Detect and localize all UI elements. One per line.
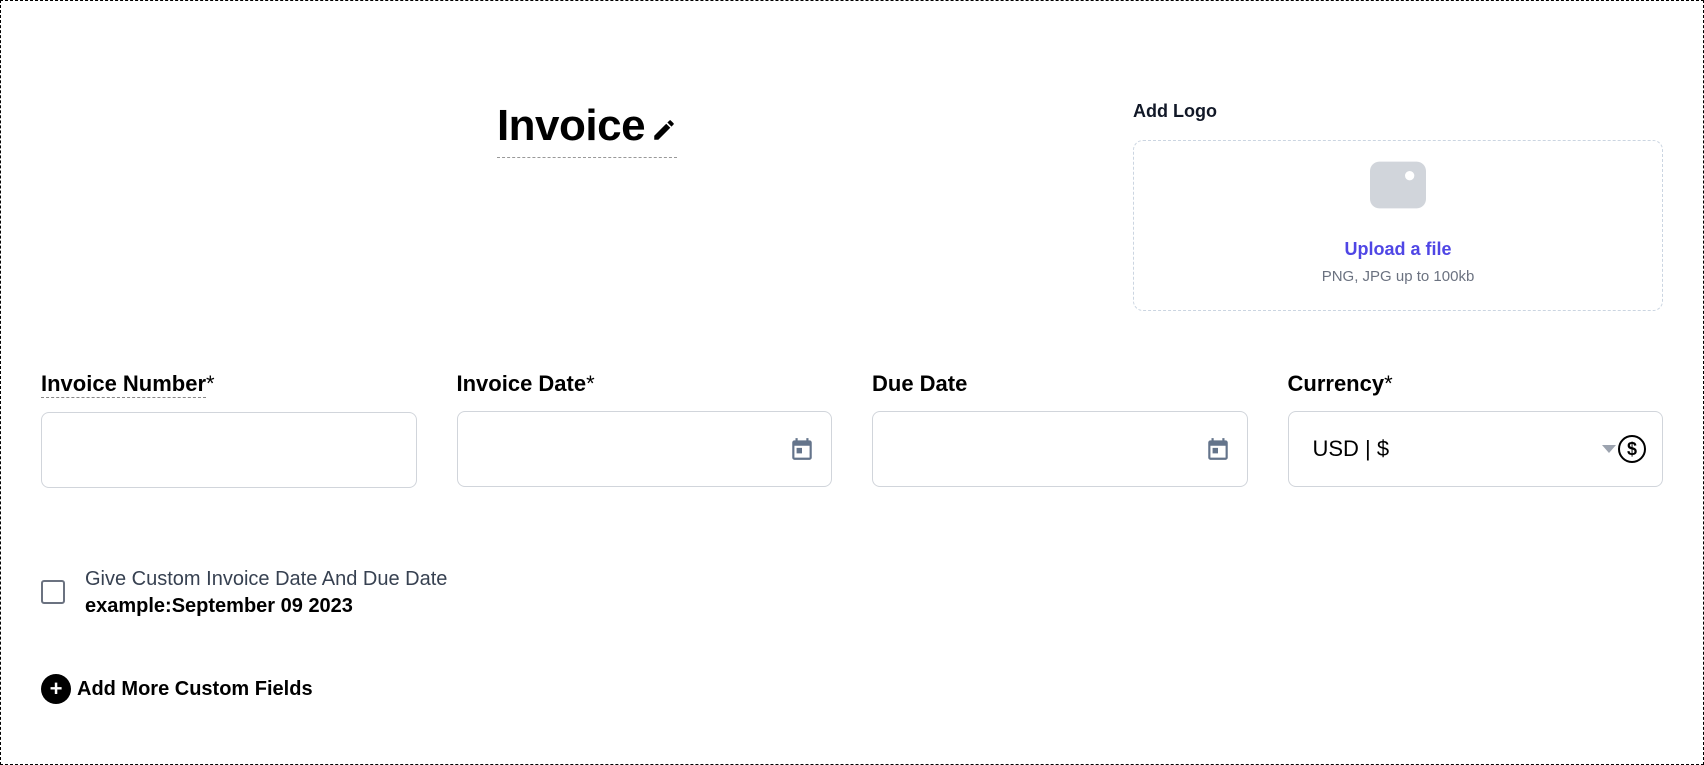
dollar-circle-icon: $ (1618, 435, 1646, 463)
invoice-number-input[interactable] (58, 413, 400, 487)
invoice-title-editable[interactable]: Invoice (497, 101, 677, 158)
currency-field: Currency* USD | $ $ (1288, 371, 1664, 488)
custom-date-text: Give Custom Invoice Date And Due Date ex… (85, 568, 447, 618)
invoice-date-input[interactable] (474, 412, 790, 486)
add-more-fields-button[interactable]: + Add More Custom Fields (41, 674, 1663, 704)
invoice-number-label: Invoice Number* (41, 371, 417, 398)
invoice-number-field: Invoice Number* (41, 371, 417, 488)
currency-label: Currency* (1288, 371, 1664, 397)
custom-date-checkbox[interactable] (41, 580, 65, 604)
currency-value: USD | $ (1313, 436, 1390, 462)
fields-row: Invoice Number* Invoice Date* Due Date (41, 371, 1663, 488)
custom-date-line1: Give Custom Invoice Date And Due Date (85, 568, 447, 591)
top-section: Invoice Add Logo Upload a file PNG, JPG … (41, 41, 1663, 311)
add-more-label: Add More Custom Fields (77, 678, 313, 701)
calendar-icon (1205, 436, 1231, 462)
plus-circle-icon: + (41, 674, 71, 704)
image-placeholder-icon (1370, 161, 1426, 209)
due-date-field: Due Date (872, 371, 1248, 488)
logo-section: Add Logo Upload a file PNG, JPG up to 10… (1133, 41, 1663, 311)
logo-upload-dropzone[interactable]: Upload a file PNG, JPG up to 100kb (1133, 140, 1663, 311)
chevron-down-icon (1602, 445, 1616, 453)
invoice-number-input-wrap (41, 412, 417, 488)
upload-hint: PNG, JPG up to 100kb (1322, 268, 1475, 285)
invoice-date-label: Invoice Date* (457, 371, 833, 397)
title-wrap: Invoice (41, 41, 1133, 158)
due-date-input[interactable] (889, 412, 1205, 486)
due-date-label: Due Date (872, 371, 1248, 397)
custom-date-line2: example:September 09 2023 (85, 595, 447, 618)
invoice-date-input-wrap[interactable] (457, 411, 833, 487)
currency-select[interactable]: USD | $ $ (1288, 411, 1664, 487)
calendar-icon (789, 436, 815, 462)
edit-pencil-icon (651, 117, 677, 143)
custom-date-option: Give Custom Invoice Date And Due Date ex… (41, 568, 1663, 618)
upload-file-link[interactable]: Upload a file (1154, 239, 1642, 260)
invoice-title: Invoice (497, 101, 645, 151)
due-date-input-wrap[interactable] (872, 411, 1248, 487)
add-logo-label: Add Logo (1133, 101, 1663, 122)
invoice-form-container: Invoice Add Logo Upload a file PNG, JPG … (0, 0, 1704, 765)
invoice-date-field: Invoice Date* (457, 371, 833, 488)
